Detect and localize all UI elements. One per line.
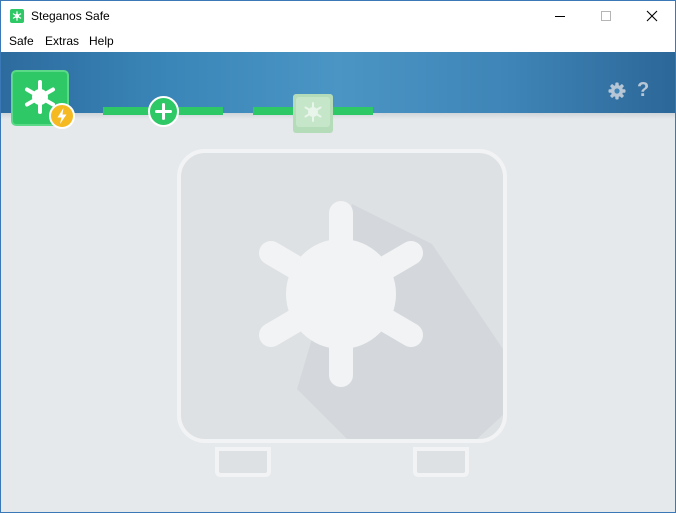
maximize-button[interactable] (583, 1, 629, 31)
close-icon (646, 10, 658, 22)
settings-button[interactable] (607, 81, 627, 106)
lightning-badge (49, 103, 75, 129)
title-bar: Steganos Safe (1, 1, 675, 31)
app-window: Steganos Safe Safe Extras Help ? (0, 0, 676, 513)
menu-safe[interactable]: Safe (9, 34, 34, 48)
minimize-icon (555, 16, 565, 17)
safe-watermark-icon (177, 149, 507, 477)
lightning-icon (57, 108, 67, 124)
close-button[interactable] (629, 1, 675, 31)
header-banner (1, 52, 675, 113)
window-title: Steganos Safe (31, 9, 110, 23)
menu-extras[interactable]: Extras (45, 34, 79, 48)
menu-bar: Safe Extras Help (1, 31, 675, 52)
menu-help[interactable]: Help (89, 34, 114, 48)
add-safe-button[interactable] (148, 96, 179, 127)
help-button[interactable]: ? (637, 79, 649, 102)
safe-step-button[interactable] (293, 94, 333, 133)
safe-icon (296, 97, 330, 131)
plus-icon (155, 103, 172, 120)
minimize-button[interactable] (537, 1, 583, 31)
maximize-icon (601, 11, 611, 21)
app-logo-icon (10, 9, 24, 23)
gear-icon (608, 82, 626, 100)
